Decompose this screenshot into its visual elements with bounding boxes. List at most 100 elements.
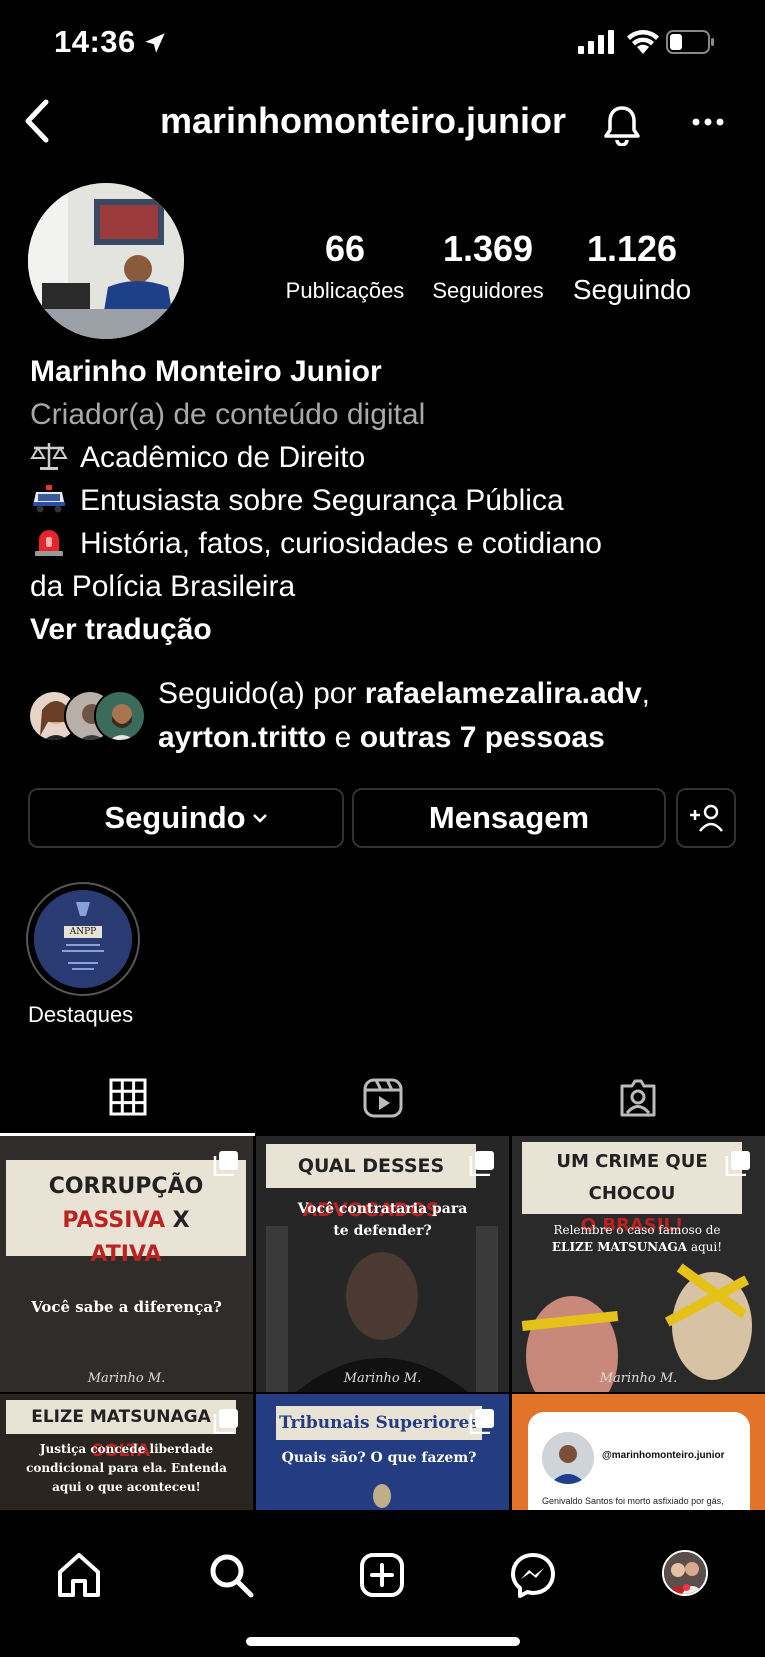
- post-banner: CORRUPÇÃO PASSIVA X ATIVA: [6, 1160, 246, 1267]
- post-caption: Justiça concede liberdade condicional pa…: [26, 1442, 227, 1494]
- tweet-avatar: [542, 1432, 594, 1484]
- search-icon[interactable]: [206, 1550, 256, 1600]
- new-post-icon[interactable]: [357, 1550, 407, 1600]
- profile-category: Criador(a) de conteúdo digital: [30, 398, 426, 431]
- home-indicator: [246, 1637, 520, 1646]
- messenger-icon[interactable]: [508, 1550, 558, 1600]
- post-banner: ELIZE MATSUNAGA SOLTA: [6, 1400, 236, 1461]
- followed-by-prefix: Seguido(a) por: [158, 677, 365, 710]
- bio-line: Acadêmico de Direito: [30, 436, 750, 479]
- stat-posts[interactable]: 66 Publicações: [280, 228, 410, 304]
- following-count: 1.126: [586, 228, 678, 269]
- post-banner-text: ELIZE MATSUNAGA: [31, 1407, 211, 1427]
- carousel-icon: [469, 1151, 494, 1176]
- post-caption: Você contrataria para te defender?: [297, 1201, 468, 1239]
- grid-icon: [109, 1078, 146, 1115]
- back-chevron-icon[interactable]: [22, 98, 52, 144]
- post-thumbnail[interactable]: Tribunais Superiores Quais são? O que fa…: [256, 1394, 509, 1510]
- highlight-label: Destaques: [28, 1002, 134, 1027]
- bell-icon[interactable]: [602, 104, 642, 146]
- post-caption-bold: ELIZE MATSUNAGA: [551, 1240, 688, 1254]
- followed-by-text: Seguido(a) por rafaelamezalira.adv, ayrt…: [158, 672, 650, 760]
- cellular-signal-icon: [578, 30, 614, 54]
- tab-tagged[interactable]: [510, 1060, 765, 1136]
- posts-label: Publicações: [285, 278, 405, 303]
- suggested-users-button[interactable]: [676, 788, 736, 848]
- mutual-others-link[interactable]: outras 7 pessoas: [360, 721, 605, 754]
- see-translation-link[interactable]: Ver tradução: [30, 608, 750, 651]
- profile-avatar[interactable]: [28, 183, 184, 339]
- chevron-down-icon: [252, 814, 267, 823]
- status-bar: 14:36: [0, 0, 765, 88]
- post-banner-text: QUAL DESSES: [297, 1155, 445, 1177]
- carousel-icon: [213, 1151, 238, 1176]
- post-banner-accent: ATIVA: [90, 1242, 162, 1267]
- post-banner-text: CORRUPÇÃO: [48, 1174, 204, 1199]
- profile-username: marinhomonteiro.junior: [160, 100, 567, 141]
- followed-by[interactable]: Seguido(a) por rafaelamezalira.adv, ayrt…: [28, 672, 758, 762]
- post-caption-text: Relembre o caso famoso de: [553, 1223, 721, 1237]
- highlight-cover: ANPP: [34, 890, 132, 988]
- column-icon: [373, 1484, 391, 1508]
- followed-by-conjunction: e: [326, 721, 360, 754]
- post-banner: QUAL DESSES ADVOGADOS: [266, 1144, 476, 1221]
- profile-tabs: [0, 1060, 765, 1136]
- highlight-item[interactable]: ANPP: [26, 882, 140, 996]
- carousel-icon: [213, 1409, 238, 1434]
- mutual-user-link[interactable]: rafaelamezalira.adv: [365, 677, 642, 710]
- message-button[interactable]: Mensagem: [352, 788, 666, 848]
- post-banner: UM CRIME QUE CHOCOU O BRASIL!: [522, 1142, 742, 1236]
- followers-count: 1.369: [442, 228, 534, 269]
- tweet-card: @marinhomonteiro.junior Genivaldo Santos…: [528, 1412, 750, 1510]
- tab-posts-grid[interactable]: [0, 1060, 255, 1136]
- bio-line: História, fatos, curiosidades e cotidian…: [30, 522, 750, 565]
- bio-line-text: Acadêmico de Direito: [80, 441, 366, 474]
- add-person-icon: [690, 804, 723, 832]
- mutual-avatar: [94, 690, 146, 742]
- post-thumbnail[interactable]: ELIZE MATSUNAGA SOLTA Justiça concede li…: [0, 1394, 253, 1510]
- home-icon[interactable]: [54, 1550, 104, 1600]
- profile-name: Marinho Monteiro Junior: [30, 355, 382, 388]
- bottom-nav: [0, 1510, 765, 1657]
- post-banner-accent: PASSIVA: [62, 1208, 165, 1233]
- post-thumbnail[interactable]: UM CRIME QUE CHOCOU O BRASIL! Relembre o…: [512, 1136, 765, 1392]
- post-caption-text: aqui!: [687, 1240, 723, 1254]
- status-time: 14:36: [54, 24, 136, 59]
- mutual-user-link[interactable]: ayrton.tritto: [158, 721, 326, 754]
- bio-line: da Polícia Brasileira: [30, 570, 296, 603]
- wifi-icon: [627, 30, 659, 54]
- following-button-label: Seguindo: [104, 800, 246, 835]
- tab-reels[interactable]: [255, 1060, 510, 1136]
- post-thumbnail[interactable]: @marinhomonteiro.junior Genivaldo Santos…: [512, 1394, 765, 1510]
- tagged-person-icon: [620, 1079, 655, 1117]
- post-signature: Marinho M.: [87, 1371, 166, 1386]
- following-button[interactable]: Seguindo: [28, 788, 344, 848]
- followers-label: Seguidores: [432, 278, 544, 303]
- tweet-text: Genivaldo Santos foi morto asfixiado por…: [542, 1496, 724, 1506]
- reels-icon: [363, 1078, 402, 1118]
- bio-line: Entusiasta sobre Segurança Pública: [30, 479, 750, 522]
- bio-line-text: Entusiasta sobre Segurança Pública: [80, 484, 564, 517]
- post-banner: Tribunais Superiores: [276, 1406, 482, 1440]
- avatar-photo: [28, 183, 184, 339]
- notification-dot: [683, 1584, 690, 1591]
- post-banner-text: UM CRIME QUE CHOCOU: [556, 1151, 708, 1204]
- post-thumbnail[interactable]: CORRUPÇÃO PASSIVA X ATIVA Você sabe a di…: [0, 1136, 253, 1392]
- post-thumbnail[interactable]: QUAL DESSES ADVOGADOS Você contrataria p…: [256, 1136, 509, 1392]
- bio-line-text: História, fatos, curiosidades e cotidian…: [80, 527, 602, 560]
- post-signature: Marinho M.: [343, 1371, 422, 1386]
- stat-followers[interactable]: 1.369 Seguidores: [422, 228, 554, 304]
- police-car-icon: [33, 485, 65, 513]
- post-caption: Quais são? O que fazem?: [281, 1450, 477, 1466]
- posts-count: 66: [324, 228, 366, 269]
- battery-icon: [666, 30, 714, 54]
- post-caption: Você sabe a diferença?: [31, 1298, 222, 1316]
- post-signature: Marinho M.: [599, 1371, 678, 1386]
- more-options-icon[interactable]: [690, 110, 726, 134]
- stat-following[interactable]: 1.126 Seguindo: [566, 228, 698, 306]
- followed-by-separator: ,: [641, 677, 650, 710]
- post-banner-text: X: [164, 1208, 190, 1233]
- message-button-label: Mensagem: [428, 800, 590, 835]
- highlight-cover-title: ANPP: [69, 927, 97, 937]
- profile-bio: Marinho Monteiro Junior Criador(a) de co…: [30, 350, 750, 651]
